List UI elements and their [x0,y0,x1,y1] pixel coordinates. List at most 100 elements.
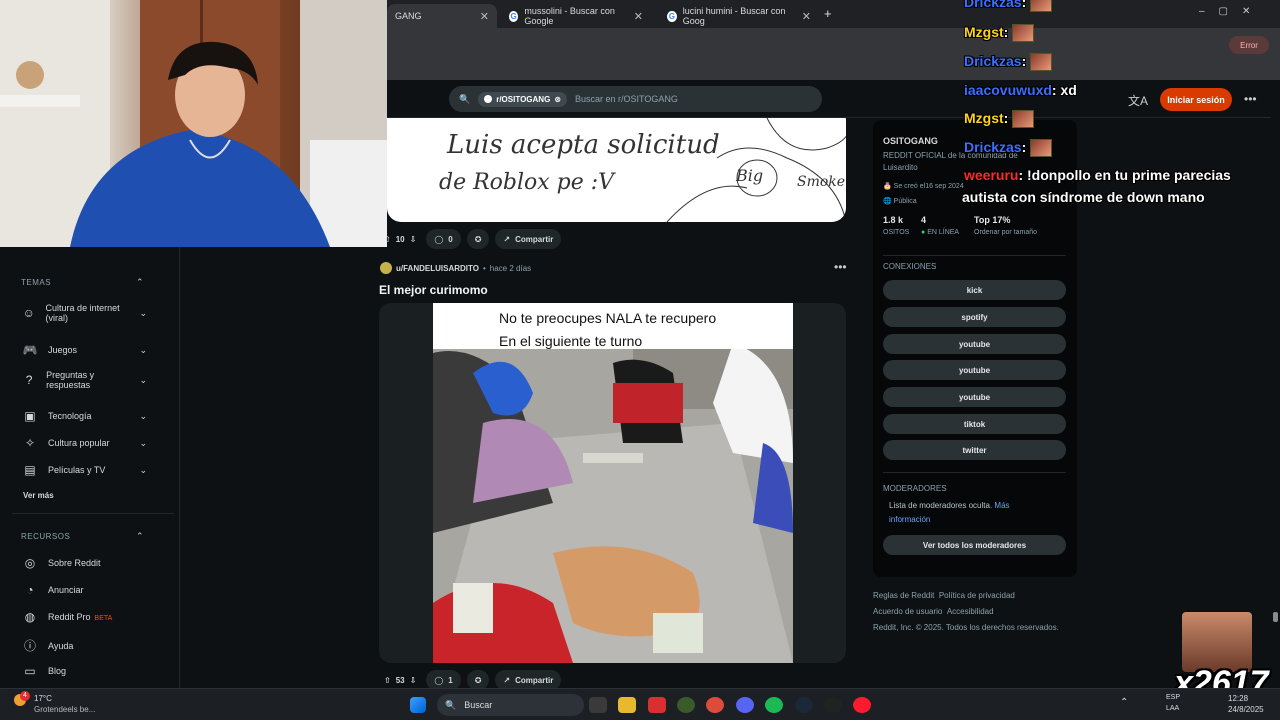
scrollbar[interactable] [1271,80,1280,688]
privacy-link[interactable]: Política de privacidad [939,591,1015,600]
sidebar-item-anunciar[interactable]: ◔ Anunciar [22,583,147,597]
share-icon: ↗ [503,675,511,685]
sidebar-item-label: Cultura de internet (viral) [45,303,120,323]
close-tab-icon[interactable]: ✕ [480,10,489,23]
scrollbar-thumb[interactable] [1273,612,1278,622]
vote-control[interactable]: ⇧ 53 ⇩ [380,670,420,690]
members-label: OSITOS [883,229,910,236]
meme-image[interactable]: No te preocupes NALA te recupero En el s… [433,303,793,663]
connection-youtube[interactable]: youtube [883,334,1066,354]
new-tab-button[interactable]: + [824,6,832,21]
connection-youtube[interactable]: youtube [883,387,1066,407]
weather-badge: 4 [20,691,30,701]
close-tab-icon[interactable]: ✕ [634,10,643,23]
sidebar-item-juegos[interactable]: 🎮 Juegos ⌄ [22,343,147,357]
sidebar-item-label: Blog [48,666,67,676]
post1-actions: ⇧ 10 ⇩ ◯ 0 ✪ ↗ Compartir [380,229,562,249]
webcam-overlay [0,0,387,247]
weather-text[interactable]: Grotendeels be... [34,705,95,714]
subreddit-chip[interactable]: r/OSITOGANG ⊗ [478,91,568,107]
connection-tiktok[interactable]: tiktok [883,414,1066,434]
chrome-icon[interactable] [706,697,724,713]
clock-time[interactable]: 12:28 [1228,694,1248,703]
sidebar-item-peliculas[interactable]: ▤ Películas y TV ⌄ [22,463,147,477]
tab-lucini[interactable]: G lucini humini - Buscar con Goog ✕ [659,4,819,28]
xbox-icon[interactable] [677,697,695,713]
sidebar-item-cultura-internet[interactable]: ☺ Cultura de internet (viral) ⌄ [22,303,147,323]
chat-text: : [1021,53,1027,69]
sidebar-item-ayuda[interactable]: ⓘ Ayuda [22,637,147,654]
obs-icon[interactable] [824,697,842,713]
downvote-icon[interactable]: ⇩ [410,235,417,244]
windows-start-icon[interactable] [410,697,426,713]
user-avatar[interactable] [380,262,392,274]
more-options-icon[interactable]: ••• [1244,92,1257,106]
chat-text: : !donpollo en tu prime parecias [1018,167,1231,183]
chat-text: : [1021,0,1027,10]
keyboard-layout[interactable]: LAA [1166,705,1179,712]
sidebar-item-tecnologia[interactable]: ▣ Tecnología ⌄ [22,409,147,423]
sidebar-item-blog[interactable]: ▭ Blog [22,664,147,678]
post-image-sketch[interactable]: Luis acepta solicitud de Roblox pe :V Bi… [387,118,846,222]
sidebar-item-sobre-reddit[interactable]: ◎ Sobre Reddit [22,556,147,570]
steam-icon[interactable] [795,697,813,713]
connection-spotify[interactable]: spotify [883,307,1066,327]
comment-icon: ◯ [434,675,444,685]
post-author[interactable]: u/FANDELUISARDITO [396,264,479,273]
clear-chip-icon[interactable]: ⊗ [554,95,561,104]
emote-face-icon [1182,612,1252,672]
tab-ositogang[interactable]: GANG ✕ [387,4,497,28]
task-view-icon[interactable] [589,697,607,713]
ver-mas-link[interactable]: Ver más [23,491,54,500]
sidebar-item-preguntas[interactable]: ? Preguntas y respuestas ⌄ [22,370,147,390]
sidebar-item-reddit-pro[interactable]: ◍ Reddit Pro BETA [22,610,147,624]
comments-button[interactable]: ◯ 1 [426,670,461,690]
chat-text: : xd [1051,82,1077,98]
recursos-header[interactable]: RECURSOS ⌃ [21,531,144,541]
agreement-link[interactable]: Acuerdo de usuario [873,607,942,616]
connection-youtube[interactable]: youtube [883,360,1066,380]
upvote-icon[interactable]: ⇧ [384,676,391,685]
downvote-icon[interactable]: ⇩ [410,676,417,685]
share-button[interactable]: ↗ Compartir [495,229,562,249]
translate-icon[interactable]: 文A [1128,92,1148,109]
clock-date[interactable]: 24/8/2025 [1228,705,1264,714]
award-button[interactable]: ✪ [466,670,490,690]
opera-icon[interactable] [853,697,871,713]
chat-text: autista con síndrome de down mano [962,189,1205,205]
tab-mussolini[interactable]: G mussolini - Buscar con Google ✕ [501,4,651,28]
upvote-icon[interactable]: ⇧ [384,235,391,244]
view-moderators-button[interactable]: Ver todos los moderadores [883,535,1066,555]
language-indicator[interactable]: ESP [1166,694,1180,701]
temas-header[interactable]: TEMAS ⌃ [21,277,144,287]
spotify-icon[interactable] [765,697,783,713]
google-icon: G [667,10,677,22]
error-button[interactable]: Error [1229,36,1269,54]
award-button[interactable]: ✪ [466,229,490,249]
search-input[interactable]: 🔍 r/OSITOGANG ⊗ Buscar en r/OSITOGANG [449,86,822,112]
sidebar-item-cultura-popular[interactable]: ✧ Cultura popular ⌄ [22,436,147,450]
weather-temp[interactable]: 17°C [34,694,52,703]
divider [12,513,174,514]
accessibility-link[interactable]: Accesibilidad [947,607,994,616]
taskbar-search[interactable]: 🔍 Buscar [437,694,584,716]
window-controls[interactable]: –▢✕ [1199,6,1264,17]
sidebar-item-label: Reddit Pro [48,612,91,622]
rules-link[interactable]: Reglas de Reddit [873,591,934,600]
file-explorer-icon[interactable] [618,697,636,713]
chat-message: Drickzas: [964,0,1053,13]
connection-kick[interactable]: kick [883,280,1066,300]
rank-link[interactable]: Ordenar por tamaño [974,229,1037,236]
close-tab-icon[interactable]: ✕ [802,10,811,23]
post2-actions: ⇧ 53 ⇩ ◯ 1 ✪ ↗ Compartir [380,670,562,690]
vote-control[interactable]: ⇧ 10 ⇩ [380,229,420,249]
share-button[interactable]: ↗ Compartir [495,670,562,690]
app-red-icon[interactable] [648,697,666,713]
connection-twitter[interactable]: twitter [883,440,1066,460]
post-options-icon[interactable]: ••• [834,260,847,274]
post-title[interactable]: El mejor curimomo [379,283,488,297]
login-button[interactable]: Iniciar sesión [1160,88,1232,111]
discord-icon[interactable] [736,697,754,713]
comments-button[interactable]: ◯ 0 [426,229,461,249]
tray-chevron-icon[interactable]: ⌃ [1120,697,1128,708]
